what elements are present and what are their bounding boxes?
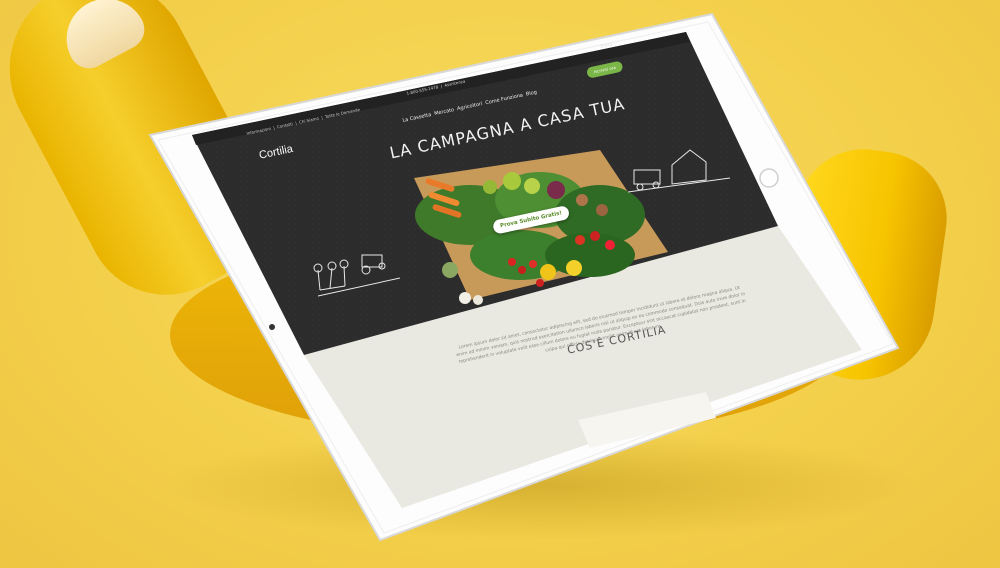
front-camera bbox=[269, 324, 275, 330]
tablet-device: Informazioni | Contatti | Chi Siamo | Tu… bbox=[0, 0, 1000, 568]
home-button bbox=[759, 168, 779, 188]
tablet-frame bbox=[148, 12, 900, 542]
